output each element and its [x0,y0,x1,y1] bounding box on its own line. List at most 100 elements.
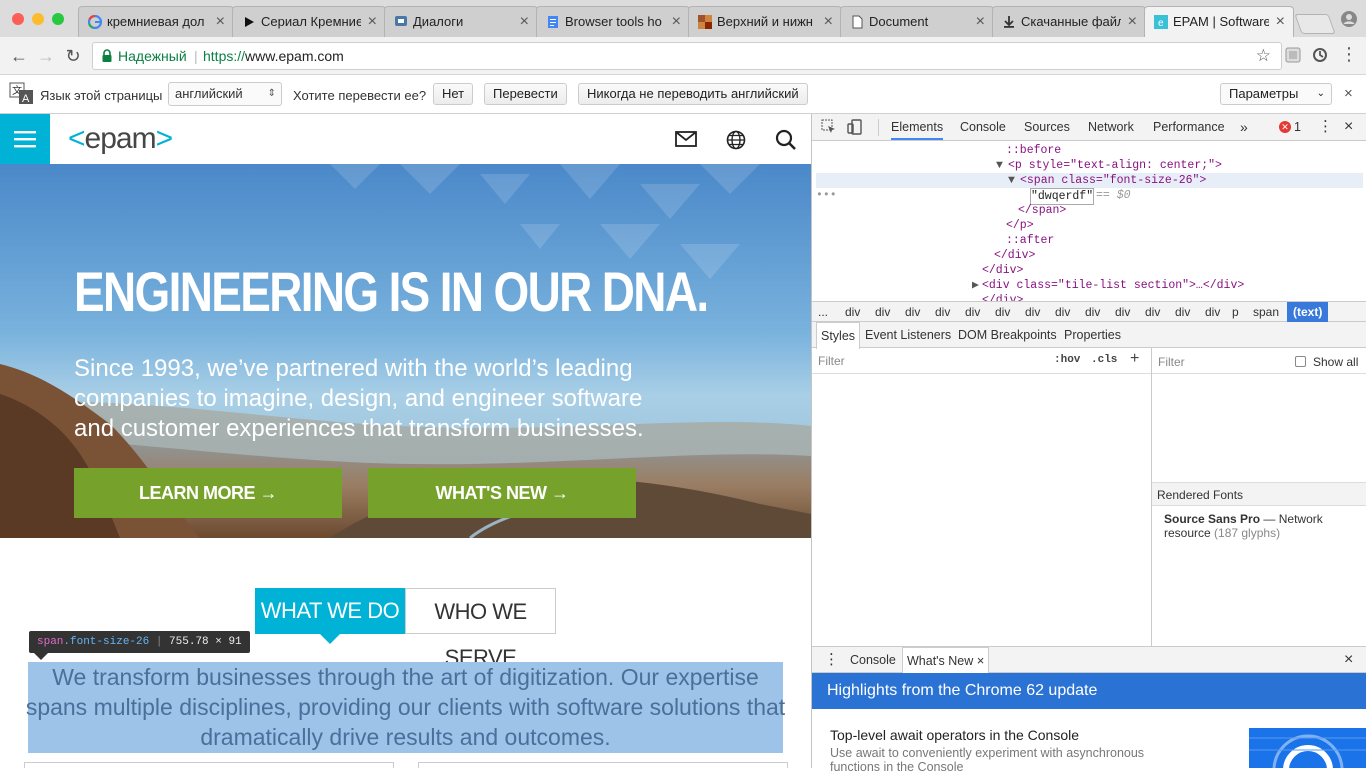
close-window-button[interactable] [12,13,24,25]
breadcrumb-item[interactable]: div [1175,302,1190,322]
dom-node[interactable]: <p style="text-align: center;"> [1008,158,1222,173]
globe-icon[interactable] [726,130,746,150]
tab-who-we-serve[interactable]: WHO WE SERVE [405,588,556,670]
minimize-window-button[interactable] [32,13,44,25]
browser-tab[interactable]: кремниевая дол × [78,6,234,37]
epam-logo[interactable]: <epam> [68,122,173,156]
error-count[interactable]: 1 [1294,114,1301,140]
breadcrumb-item[interactable]: div [875,302,890,322]
forward-icon[interactable]: → [35,45,57,67]
subtab-styles[interactable]: Styles [816,322,861,349]
breadcrumb-item[interactable]: div [1025,302,1040,322]
profile-icon[interactable] [1340,10,1358,28]
menu-dots-icon[interactable]: ⋮ [1340,44,1358,65]
breadcrumb-item[interactable]: div [905,302,920,322]
hov-toggle[interactable]: :hov [1054,354,1080,366]
subtab-event-listeners[interactable]: Event Listeners [865,322,951,348]
inspect-element-icon[interactable] [821,119,837,135]
dom-node[interactable]: </div> [994,248,1035,263]
hamburger-menu-button[interactable] [0,114,50,164]
subtab-dom-breakpoints[interactable]: DOM Breakpoints [958,322,1057,348]
expand-triangle-icon[interactable]: ▼ [1008,173,1015,188]
breadcrumb-item[interactable]: div [1115,302,1130,322]
add-rule-icon[interactable]: + [1130,350,1139,368]
dom-node[interactable]: ::before [1006,143,1061,158]
browser-tab[interactable]: Сериал Кремние × [232,6,386,37]
close-tab-icon[interactable]: × [672,7,681,37]
browser-tab-active[interactable]: e EPAM | Software × [1144,6,1294,38]
browser-tab[interactable]: Document × [840,6,994,37]
breadcrumb-item[interactable]: div [995,302,1010,322]
close-drawer-tab-icon[interactable]: × [977,653,985,668]
cls-toggle[interactable]: .cls [1091,354,1117,366]
never-translate-button[interactable]: Никогда не переводить английский [578,83,808,105]
show-all-checkbox[interactable] [1295,356,1306,367]
dom-node[interactable]: </div> [982,263,1023,278]
breadcrumb-item-selected[interactable]: (text) [1287,302,1329,322]
drawer-tab-console[interactable]: Console [850,647,896,673]
close-tab-icon[interactable]: × [520,7,529,37]
search-icon[interactable] [775,129,797,151]
error-icon[interactable]: ✕ [1279,121,1291,133]
address-bar[interactable]: Надежный | https://www.epam.com ☆ [92,42,1282,70]
mail-icon[interactable] [675,131,697,147]
close-tab-icon[interactable]: × [976,7,985,37]
close-tab-icon[interactable]: × [1276,7,1285,37]
drawer-tab-whats-new[interactable]: What's New × [902,647,990,674]
browser-tab[interactable]: Скачанные файл × [992,6,1146,37]
breadcrumb-item[interactable]: div [1145,302,1160,322]
breadcrumb-item[interactable]: div [1085,302,1100,322]
reload-icon[interactable]: ↻ [62,45,84,67]
drawer-menu-icon[interactable]: ⋮ [824,647,839,673]
breadcrumb-item[interactable]: div [845,302,860,322]
tab-sources[interactable]: Sources [1024,114,1070,140]
translate-button[interactable]: Перевести [484,83,567,105]
back-icon[interactable]: ← [8,45,30,67]
breadcrumb-item[interactable]: ... [818,302,828,322]
tab-elements[interactable]: Elements [891,114,944,140]
breadcrumb-item[interactable]: div [965,302,980,322]
tab-network[interactable]: Network [1088,114,1134,140]
feature-title[interactable]: Top-level await operators in the Console [830,727,1079,743]
dom-node[interactable]: </div> [982,293,1023,301]
extension-sync-icon[interactable] [1312,47,1328,63]
tab-what-we-do[interactable]: WHAT WE DO [255,588,405,634]
dom-node[interactable]: ::after [1006,233,1054,248]
more-tabs-icon[interactable]: » [1240,114,1248,140]
browser-tab[interactable]: Верхний и нижн × [688,6,842,37]
dom-node[interactable]: </p> [1006,218,1034,233]
styles-filter-input[interactable]: Filter [818,354,845,368]
breadcrumb-item[interactable]: p [1232,302,1239,322]
close-tab-icon[interactable]: × [368,7,377,37]
breadcrumb-item[interactable]: span [1253,302,1279,322]
options-select[interactable]: Параметры ⌄ [1220,83,1332,105]
expand-triangle-icon[interactable]: ▼ [996,158,1003,173]
browser-tab[interactable]: Browser tools ho × [536,6,690,37]
collapse-triangle-icon[interactable]: ▶ [972,278,979,293]
language-select[interactable]: английский ⇕ [168,82,282,106]
subtab-properties[interactable]: Properties [1064,322,1121,348]
dom-node[interactable]: <div class="tile-list section">…</div> [982,278,1244,293]
close-tab-icon[interactable]: × [216,7,225,37]
whats-new-button[interactable]: WHAT'S NEW → [368,468,636,518]
close-drawer-icon[interactable]: × [1344,647,1353,673]
tab-console[interactable]: Console [960,114,1006,140]
no-button[interactable]: Нет [433,83,474,105]
computed-filter-input[interactable]: Filter [1158,355,1185,369]
maximize-window-button[interactable] [52,13,64,25]
devtools-menu-icon[interactable]: ⋮ [1318,114,1333,140]
breadcrumb-item[interactable]: div [1055,302,1070,322]
close-tab-icon[interactable]: × [824,7,833,37]
close-devtools-icon[interactable]: × [1344,114,1353,140]
dom-node-selected[interactable]: <span class="font-size-26"> [1020,173,1206,188]
close-tab-icon[interactable]: × [1128,7,1137,37]
extension-icon[interactable] [1285,47,1301,63]
breadcrumb-item[interactable]: div [935,302,950,322]
new-tab-button[interactable] [1294,14,1336,34]
browser-tab[interactable]: Диалоги × [384,6,538,37]
device-toolbar-icon[interactable] [847,119,863,135]
dom-node[interactable]: </span> [1018,203,1066,218]
bookmark-star-icon[interactable]: ☆ [1256,43,1271,69]
close-translate-icon[interactable]: × [1344,85,1353,102]
learn-more-button[interactable]: LEARN MORE → [74,468,342,518]
